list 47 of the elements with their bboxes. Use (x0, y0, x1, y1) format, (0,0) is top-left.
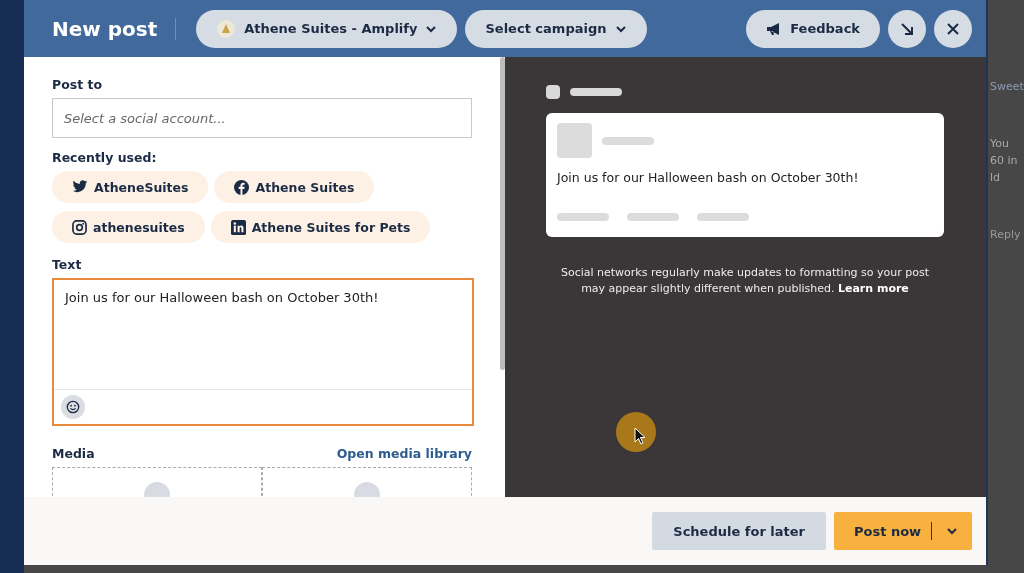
formatting-note: Social networks regularly make updates to formatting so your post may appear slightly different when published. Learn more (559, 265, 931, 297)
account-chip[interactable]: Athene Suites (214, 171, 375, 203)
account-chip[interactable]: AtheneSuites (52, 171, 209, 203)
field-label: Recently used: (52, 150, 158, 165)
linkedin-icon (230, 219, 246, 235)
placeholder-line (697, 213, 749, 221)
background-text: Sweet (990, 80, 1024, 93)
feedback-button[interactable]: Feedback (746, 9, 880, 48)
bird-icon (72, 180, 88, 194)
campaign-dropdown[interactable]: Select campaign (465, 9, 647, 48)
account-dropdown[interactable]: Athene Suites - Amplify (196, 9, 458, 48)
background-text: You (990, 137, 1010, 150)
social-account-field[interactable]: Select a social account... (52, 98, 472, 138)
cursor-icon (615, 411, 657, 453)
post-now-button[interactable]: Post now (834, 512, 972, 550)
close-button[interactable] (934, 9, 972, 48)
chevron-icon (946, 527, 958, 535)
field-label: Media (52, 446, 95, 461)
account-logo-icon (216, 18, 237, 39)
schedule-button[interactable]: Schedule for later (652, 512, 826, 550)
placeholder-line (557, 213, 609, 221)
account-chip[interactable]: Athene Suites for Pets (210, 211, 431, 243)
text-field[interactable]: Join us for our Halloween bash on October 30th! (52, 278, 474, 426)
dialog-title: New post (52, 16, 158, 41)
learn-more-link[interactable]: Learn more (837, 282, 909, 295)
minimize-button[interactable] (888, 9, 926, 48)
emoji-button[interactable] (61, 395, 85, 419)
background-text: ld (990, 171, 1002, 184)
post-preview-text: Join us for our Halloween bash on October 30th! (557, 170, 860, 185)
placeholder-line (627, 213, 679, 221)
account-chip[interactable]: athenesuites (52, 211, 205, 243)
camera-icon (72, 219, 87, 235)
facebook-icon (234, 179, 250, 195)
placeholder-line (570, 88, 622, 96)
background-text: 60 in (990, 154, 1019, 167)
field-label: Text (52, 257, 83, 272)
arrow-down-right-icon (899, 20, 915, 37)
field-label: Post to (52, 77, 104, 92)
close-icon (945, 20, 961, 37)
media-library-link[interactable]: Open media library (336, 446, 472, 461)
background-text: Reply (990, 228, 1022, 241)
placeholder-avatar (546, 85, 560, 99)
placeholder-avatar (557, 123, 592, 158)
placeholder-line (602, 136, 654, 145)
smiley-icon (66, 400, 80, 414)
chevron-icon (425, 24, 438, 33)
chevron-icon (614, 24, 627, 33)
